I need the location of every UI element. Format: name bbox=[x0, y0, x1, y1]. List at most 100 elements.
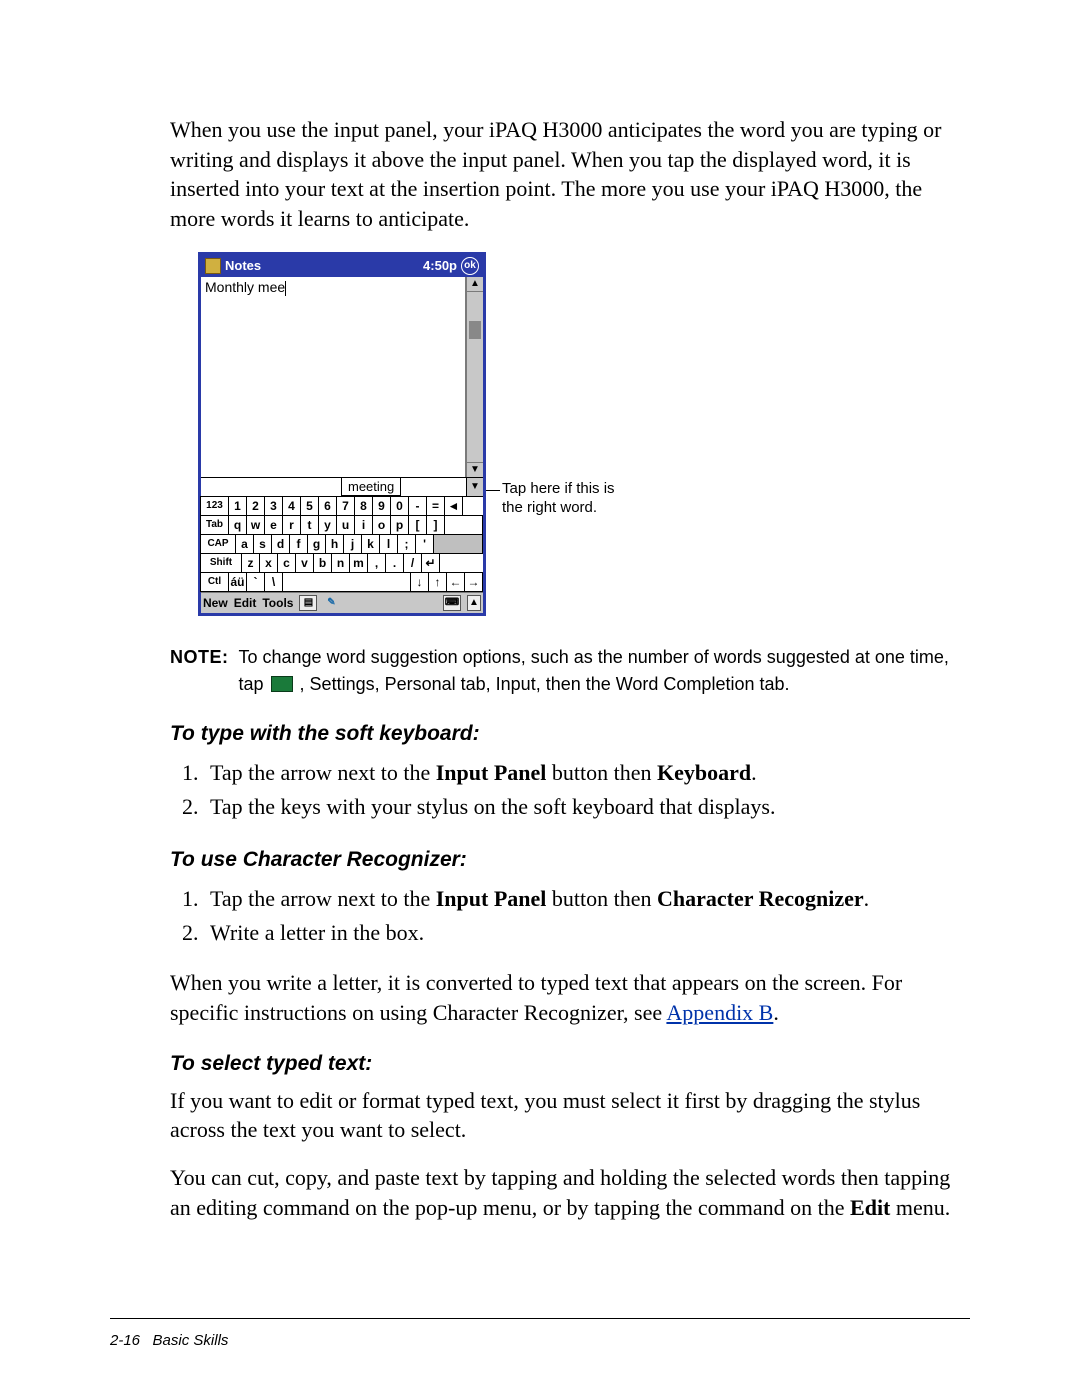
key-↵[interactable]: ↵ bbox=[421, 553, 440, 573]
scroll-up-icon[interactable]: ▲ bbox=[467, 277, 483, 292]
key-→[interactable]: → bbox=[464, 572, 483, 592]
key-h[interactable]: h bbox=[325, 534, 344, 554]
key-'[interactable]: ' bbox=[415, 534, 434, 554]
app-title: Notes bbox=[225, 258, 261, 273]
intro-paragraph: When you use the input panel, your iPAQ … bbox=[170, 115, 960, 234]
text-caret bbox=[285, 281, 286, 296]
key-\[interactable]: \ bbox=[264, 572, 283, 592]
key-4[interactable]: 4 bbox=[282, 496, 301, 516]
key-6[interactable]: 6 bbox=[318, 496, 337, 516]
key-8[interactable]: 8 bbox=[354, 496, 373, 516]
appendix-b-link[interactable]: Appendix B bbox=[666, 1000, 773, 1025]
device-titlebar: Notes 4:50p ok bbox=[201, 255, 483, 277]
key-↓[interactable]: ↓ bbox=[410, 572, 429, 592]
key-l[interactable]: l bbox=[379, 534, 398, 554]
menu-edit[interactable]: Edit bbox=[234, 596, 257, 610]
scroll-thumb[interactable] bbox=[469, 321, 481, 339]
key-7[interactable]: 7 bbox=[336, 496, 355, 516]
key-p[interactable]: p bbox=[390, 515, 409, 535]
key-;[interactable]: ; bbox=[397, 534, 416, 554]
device-bottom-bar: New Edit Tools ▤ ✎ ⌨ ▲ bbox=[201, 592, 483, 613]
word-suggestion[interactable]: meeting bbox=[341, 478, 401, 496]
scroll-down-icon[interactable]: ▼ bbox=[467, 462, 483, 477]
callout-line-1: Tap here if this is bbox=[502, 480, 615, 499]
callout-text: Tap here if this is the right word. bbox=[502, 480, 615, 518]
suggestion-spacer-right bbox=[400, 478, 466, 496]
key-q[interactable]: q bbox=[228, 515, 247, 535]
pen-icon[interactable]: ✎ bbox=[323, 596, 339, 610]
key-◄[interactable]: ◄ bbox=[444, 496, 463, 516]
heading-select-text: To select typed text: bbox=[170, 1052, 960, 1076]
key-123[interactable]: 123 bbox=[200, 496, 229, 516]
key-o[interactable]: o bbox=[372, 515, 391, 535]
key-][interactable]: ] bbox=[426, 515, 445, 535]
typed-text: Monthly mee bbox=[205, 279, 285, 295]
key-←[interactable]: ← bbox=[446, 572, 465, 592]
key-j[interactable]: j bbox=[343, 534, 362, 554]
char-recognizer-explain: When you write a letter, it is converted… bbox=[170, 968, 960, 1027]
key-y[interactable]: y bbox=[318, 515, 337, 535]
key--[interactable]: - bbox=[408, 496, 427, 516]
callout-line-2: the right word. bbox=[502, 499, 615, 518]
soft-keyboard[interactable]: 1231234567890-=◄ Tabqwertyuiop[] CAPasdf… bbox=[201, 496, 483, 592]
footer-rule bbox=[110, 1318, 970, 1319]
key-space[interactable] bbox=[282, 572, 411, 592]
key-c[interactable]: c bbox=[277, 553, 296, 573]
key-b[interactable]: b bbox=[313, 553, 332, 573]
note-body: To change word suggestion options, such … bbox=[239, 644, 961, 698]
key-Ctl[interactable]: Ctl bbox=[200, 572, 229, 592]
key-t[interactable]: t bbox=[300, 515, 319, 535]
key-s[interactable]: s bbox=[253, 534, 272, 554]
note-text-area[interactable]: Monthly mee bbox=[201, 277, 466, 477]
heading-char-recognizer: To use Character Recognizer: bbox=[170, 848, 960, 872]
key-áü[interactable]: áü bbox=[228, 572, 247, 592]
keyboard-toggle-icon[interactable]: ⌨ bbox=[443, 595, 461, 611]
step-kb-1: Tap the arrow next to the Input Panel bu… bbox=[204, 756, 960, 790]
key-n[interactable]: n bbox=[331, 553, 350, 573]
key-k[interactable]: k bbox=[361, 534, 380, 554]
menu-tools[interactable]: Tools bbox=[262, 596, 293, 610]
note-text-b: , Settings, Personal tab, Input, then th… bbox=[300, 674, 790, 694]
step-cr-2: Write a letter in the box. bbox=[204, 916, 960, 950]
footer-section-title: Basic Skills bbox=[153, 1332, 229, 1349]
key-e[interactable]: e bbox=[264, 515, 283, 535]
input-panel-arrow-icon[interactable]: ▲ bbox=[467, 595, 481, 611]
key-Tab[interactable]: Tab bbox=[200, 515, 229, 535]
key-`[interactable]: ` bbox=[246, 572, 265, 592]
key-CAP[interactable]: CAP bbox=[200, 534, 236, 554]
key-2[interactable]: 2 bbox=[246, 496, 265, 516]
suggestion-dropdown-icon[interactable]: ▼ bbox=[466, 478, 483, 496]
key-5[interactable]: 5 bbox=[300, 496, 319, 516]
scrollbar[interactable]: ▲ ▼ bbox=[466, 277, 483, 477]
key-u[interactable]: u bbox=[336, 515, 355, 535]
key-3[interactable]: 3 bbox=[264, 496, 283, 516]
key-/[interactable]: / bbox=[403, 553, 422, 573]
key-x[interactable]: x bbox=[259, 553, 278, 573]
key-m[interactable]: m bbox=[349, 553, 368, 573]
callout-leader-line bbox=[486, 490, 500, 491]
key-,[interactable]: , bbox=[367, 553, 386, 573]
key-i[interactable]: i bbox=[354, 515, 373, 535]
key-[[interactable]: [ bbox=[408, 515, 427, 535]
key-=[interactable]: = bbox=[426, 496, 445, 516]
key-a[interactable]: a bbox=[235, 534, 254, 554]
key-d[interactable]: d bbox=[271, 534, 290, 554]
key-f[interactable]: f bbox=[289, 534, 308, 554]
key-g[interactable]: g bbox=[307, 534, 326, 554]
key-9[interactable]: 9 bbox=[372, 496, 391, 516]
key-↑[interactable]: ↑ bbox=[428, 572, 447, 592]
menu-new[interactable]: New bbox=[203, 596, 228, 610]
key-z[interactable]: z bbox=[241, 553, 260, 573]
heading-soft-keyboard: To type with the soft keyboard: bbox=[170, 722, 960, 746]
key-v[interactable]: v bbox=[295, 553, 314, 573]
key-.[interactable]: . bbox=[385, 553, 404, 573]
clock-label: 4:50p bbox=[423, 258, 457, 273]
ok-button[interactable]: ok bbox=[461, 257, 479, 275]
key-0[interactable]: 0 bbox=[390, 496, 409, 516]
footer-page-number: 2-16 bbox=[110, 1332, 140, 1349]
key-Shift[interactable]: Shift bbox=[200, 553, 242, 573]
attachment-icon[interactable]: ▤ bbox=[299, 595, 317, 611]
key-1[interactable]: 1 bbox=[228, 496, 247, 516]
key-w[interactable]: w bbox=[246, 515, 265, 535]
key-r[interactable]: r bbox=[282, 515, 301, 535]
